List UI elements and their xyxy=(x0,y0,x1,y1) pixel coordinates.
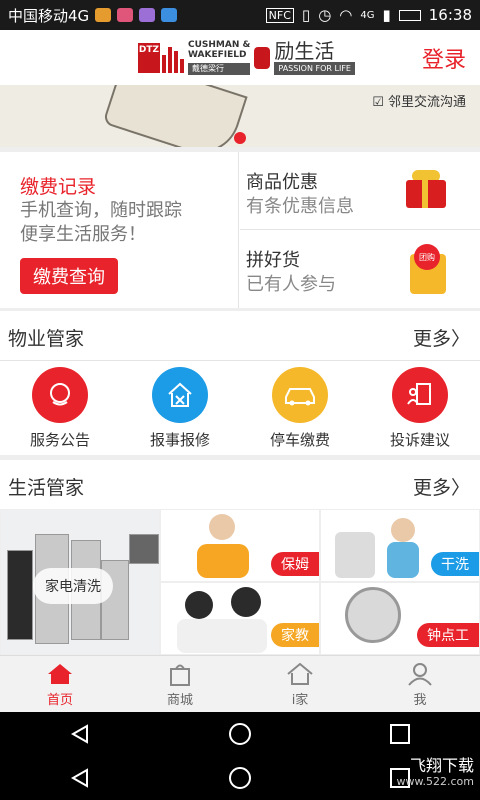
service-label: 停车缴费 xyxy=(269,431,330,449)
payment-record-desc: 手机查询，随时跟踪 xyxy=(20,200,182,221)
tile-label: 保姆 xyxy=(271,552,319,576)
tab-me[interactable]: 我 xyxy=(360,656,480,712)
brand-seal-icon xyxy=(254,46,271,69)
service-parking[interactable]: 停车缴费 xyxy=(240,361,360,455)
tile-dry-cleaning[interactable]: 干洗 xyxy=(320,509,480,582)
complaint-icon xyxy=(392,367,448,423)
banner-illustration xyxy=(102,85,248,147)
promo-section: 缴费记录 手机查询，随时跟踪 便享生活服务！ 缴费查询 商品优惠 有条优惠信息 … xyxy=(0,152,480,308)
service-label: 投诉建议 xyxy=(389,431,450,449)
home-nav-icon[interactable] xyxy=(228,722,252,746)
property-more-link[interactable]: 更多〉 xyxy=(413,324,470,351)
property-section-title: 物业管家 xyxy=(8,328,85,350)
service-complaint[interactable]: 投诉建议 xyxy=(360,361,480,455)
status-bar: 中国移动4G NFC ▯ ◷ ◠ 4G ▮ 16:38 xyxy=(0,0,480,30)
login-button[interactable]: 登录 xyxy=(422,42,466,74)
life-more-link[interactable]: 更多〉 xyxy=(413,473,470,500)
tab-label: i家 xyxy=(291,693,309,708)
watermark: 飞翔下载 www.522.com xyxy=(396,756,474,789)
alarm-clock-icon xyxy=(345,587,401,643)
nfc-icon: NFC xyxy=(265,7,294,23)
house-icon xyxy=(287,662,313,685)
group-buy-desc: 已有人参与 xyxy=(246,274,336,295)
tile-appliance-cleaning[interactable]: 家电清洗 xyxy=(0,509,160,655)
service-announcement[interactable]: 服务公告 xyxy=(0,361,120,455)
tab-home[interactable]: 首页 xyxy=(0,656,120,712)
brand-name: 励生活 PASSION FOR LIFE xyxy=(274,40,355,75)
property-services: 服务公告 报事报修 停车缴费 投诉建议 xyxy=(0,361,480,455)
service-label: 服务公告 xyxy=(29,431,90,449)
product-discount-desc: 有条优惠信息 xyxy=(246,196,354,217)
back-icon[interactable] xyxy=(69,767,91,789)
tile-label: 家教 xyxy=(271,623,319,647)
network-label: 4G xyxy=(360,9,375,21)
home-icon xyxy=(48,664,72,684)
app-header: DTZ CUSHMAN & WAKEFIELD 戴德梁行 励生活 PASSION… xyxy=(0,30,480,85)
banner-carousel[interactable]: ☑ 邻里交流沟通 xyxy=(0,85,480,147)
home-nav-icon[interactable] xyxy=(228,766,252,790)
payment-record-title: 缴费记录 xyxy=(20,176,97,198)
payment-record-desc: 便享生活服务！ xyxy=(20,224,146,245)
recent-apps-icon[interactable] xyxy=(389,723,411,745)
signal-icon: ▮ xyxy=(382,6,391,24)
tile-label: 家电清洗 xyxy=(33,568,113,604)
banner-tag: ☑ 邻里交流沟通 xyxy=(372,95,466,110)
gift-box-icon xyxy=(400,168,450,208)
group-buy-icon: 团购 xyxy=(402,244,450,294)
tab-label: 商城 xyxy=(166,693,193,708)
alarm-icon: ◷ xyxy=(318,6,332,24)
service-label: 报事报修 xyxy=(149,431,210,449)
wifi-icon: ◠ xyxy=(339,6,353,24)
tab-ihome[interactable]: i家 xyxy=(240,656,360,712)
life-section-header: 生活管家 更多〉 xyxy=(0,460,480,510)
system-nav-bar xyxy=(0,712,480,756)
property-section-header: 物业管家 更多〉 xyxy=(0,311,480,361)
announcement-icon xyxy=(32,367,88,423)
group-buy-title: 拼好货 xyxy=(246,250,300,271)
tile-tutor[interactable]: 家教 xyxy=(160,582,320,655)
product-discount-card[interactable]: 商品优惠 有条优惠信息 xyxy=(240,152,480,230)
brand-logo: DTZ CUSHMAN & WAKEFIELD 戴德梁行 励生活 PASSION… xyxy=(138,40,355,75)
clock: 16:38 xyxy=(428,6,472,24)
notification-icon xyxy=(95,8,112,22)
tab-mall[interactable]: 商城 xyxy=(120,656,240,712)
logo-bars xyxy=(162,43,184,73)
tab-label: 首页 xyxy=(46,693,73,708)
back-icon[interactable] xyxy=(69,723,91,745)
tab-label: 我 xyxy=(413,693,427,708)
service-repair[interactable]: 报事报修 xyxy=(120,361,240,455)
repair-icon xyxy=(152,367,208,423)
group-buy-card[interactable]: 拼好货 已有人参与 团购 xyxy=(240,230,480,308)
car-icon xyxy=(272,367,328,423)
bottom-tab-bar: 首页 商城 i家 我 xyxy=(0,655,480,712)
carousel-indicator[interactable] xyxy=(234,132,246,144)
shopping-bag-icon xyxy=(170,664,190,686)
battery-icon xyxy=(398,9,421,21)
tile-nanny[interactable]: 保姆 xyxy=(160,509,320,582)
vibrate-icon: ▯ xyxy=(301,6,311,24)
tile-hourly-worker[interactable]: 钟点工 xyxy=(320,582,480,655)
notification-icon xyxy=(117,8,134,22)
carrier-label: 中国移动4G xyxy=(8,6,90,25)
product-discount-title: 商品优惠 xyxy=(246,172,318,193)
logo-text: CUSHMAN & WAKEFIELD 戴德梁行 xyxy=(188,40,251,75)
tile-label: 钟点工 xyxy=(417,623,479,647)
user-icon xyxy=(408,663,432,686)
payment-record-card[interactable]: 缴费记录 手机查询，随时跟踪 便享生活服务！ 缴费查询 xyxy=(0,152,239,308)
notification-icon xyxy=(161,8,178,22)
dtz-logo: DTZ xyxy=(138,42,160,73)
tile-label: 干洗 xyxy=(431,552,479,576)
notification-icon xyxy=(139,8,156,22)
payment-query-button[interactable]: 缴费查询 xyxy=(20,258,118,294)
life-section-title: 生活管家 xyxy=(8,477,85,499)
life-services-grid: 家电清洗 保姆 干洗 家教 钟点工 xyxy=(0,509,480,655)
